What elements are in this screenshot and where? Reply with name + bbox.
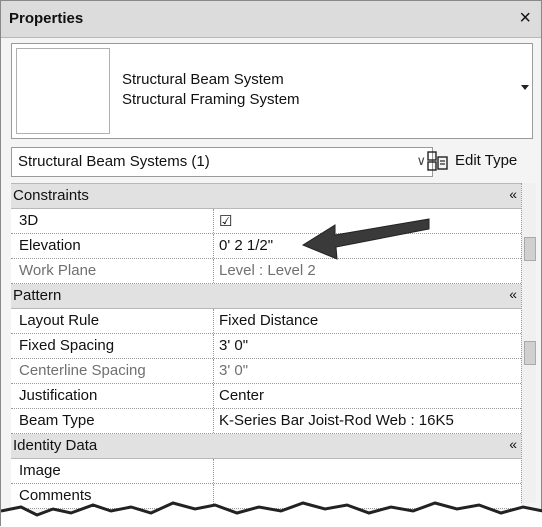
property-row-image[interactable]: Image — [11, 459, 521, 484]
group-title: Pattern — [13, 287, 62, 304]
property-value[interactable]: 3' 0" — [219, 337, 248, 354]
property-row-justification[interactable]: Justification Center — [11, 384, 521, 409]
group-identity-data[interactable]: Identity Data « — [11, 434, 521, 459]
type-preview-image — [16, 48, 110, 134]
property-value[interactable]: Center — [219, 387, 264, 404]
property-key: Image — [19, 462, 61, 479]
instance-filter-dropdown[interactable]: Structural Beam Systems (1) ∨ — [11, 147, 433, 177]
type-family-name: Structural Beam System — [122, 71, 284, 88]
collapse-icon[interactable]: « — [509, 286, 517, 302]
property-key: 3D — [19, 212, 39, 229]
property-key: Beam Type — [19, 412, 95, 429]
group-constraints[interactable]: Constraints « — [11, 184, 521, 209]
type-selector[interactable]: Structural Beam System Structural Framin… — [11, 43, 533, 139]
property-row-centerline-spacing: Centerline Spacing 3' 0" — [11, 359, 521, 384]
close-icon[interactable]: × — [519, 7, 531, 30]
properties-grid: Constraints « 3D ☑ Elevation 0' 2 1/2" W… — [11, 183, 521, 509]
scroll-thumb[interactable] — [524, 237, 536, 261]
collapse-icon[interactable]: « — [509, 186, 517, 202]
checkbox-3d[interactable]: ☑ — [219, 212, 232, 230]
property-key: Justification — [19, 387, 98, 404]
property-row-elevation[interactable]: Elevation 0' 2 1/2" — [11, 234, 521, 259]
property-row-work-plane: Work Plane Level : Level 2 — [11, 259, 521, 284]
annotation-arrow — [301, 218, 430, 260]
edit-type-label: Edit Type — [455, 152, 518, 169]
property-row-fixed-spacing[interactable]: Fixed Spacing 3' 0" — [11, 334, 521, 359]
properties-panel: Properties × Structural Beam System Stru… — [0, 0, 542, 527]
property-value: Level : Level 2 — [219, 262, 316, 279]
vertical-scrollbar[interactable] — [521, 183, 536, 503]
property-row-layout-rule[interactable]: Layout Rule Fixed Distance — [11, 309, 521, 334]
chevron-down-icon: ∨ — [416, 153, 426, 168]
panel-titlebar: Properties × — [1, 1, 541, 38]
property-key: Work Plane — [19, 262, 97, 279]
group-title: Constraints — [13, 187, 89, 204]
scroll-thumb[interactable] — [524, 341, 536, 365]
torn-edge-decoration — [1, 501, 542, 527]
property-key: Fixed Spacing — [19, 337, 115, 354]
instance-filter-value: Structural Beam Systems (1) — [18, 153, 210, 170]
property-value: 3' 0" — [219, 362, 249, 379]
property-row-beam-type[interactable]: Beam Type K-Series Bar Joist-Rod Web : 1… — [11, 409, 521, 434]
property-row-3d[interactable]: 3D ☑ — [11, 209, 521, 234]
property-key: Layout Rule — [19, 312, 100, 329]
panel-title: Properties — [9, 10, 84, 27]
type-category-name: Structural Framing System — [122, 91, 300, 108]
property-value[interactable]: K-Series Bar Joist-Rod Web : 16K5 — [219, 412, 454, 429]
property-value[interactable]: Fixed Distance — [219, 312, 318, 329]
property-key: Elevation — [19, 237, 81, 254]
collapse-icon[interactable]: « — [509, 436, 517, 452]
group-pattern[interactable]: Pattern « — [11, 284, 521, 309]
type-name: Structural Beam System Structural Framin… — [122, 70, 300, 110]
property-key: Centerline Spacing — [19, 362, 146, 379]
edit-type-icon — [427, 151, 448, 171]
edit-type-button[interactable]: Edit Type — [427, 147, 535, 175]
property-value[interactable]: 0' 2 1/2" — [219, 237, 273, 254]
dropdown-arrow-icon[interactable] — [520, 82, 530, 92]
group-title: Identity Data — [13, 437, 98, 454]
